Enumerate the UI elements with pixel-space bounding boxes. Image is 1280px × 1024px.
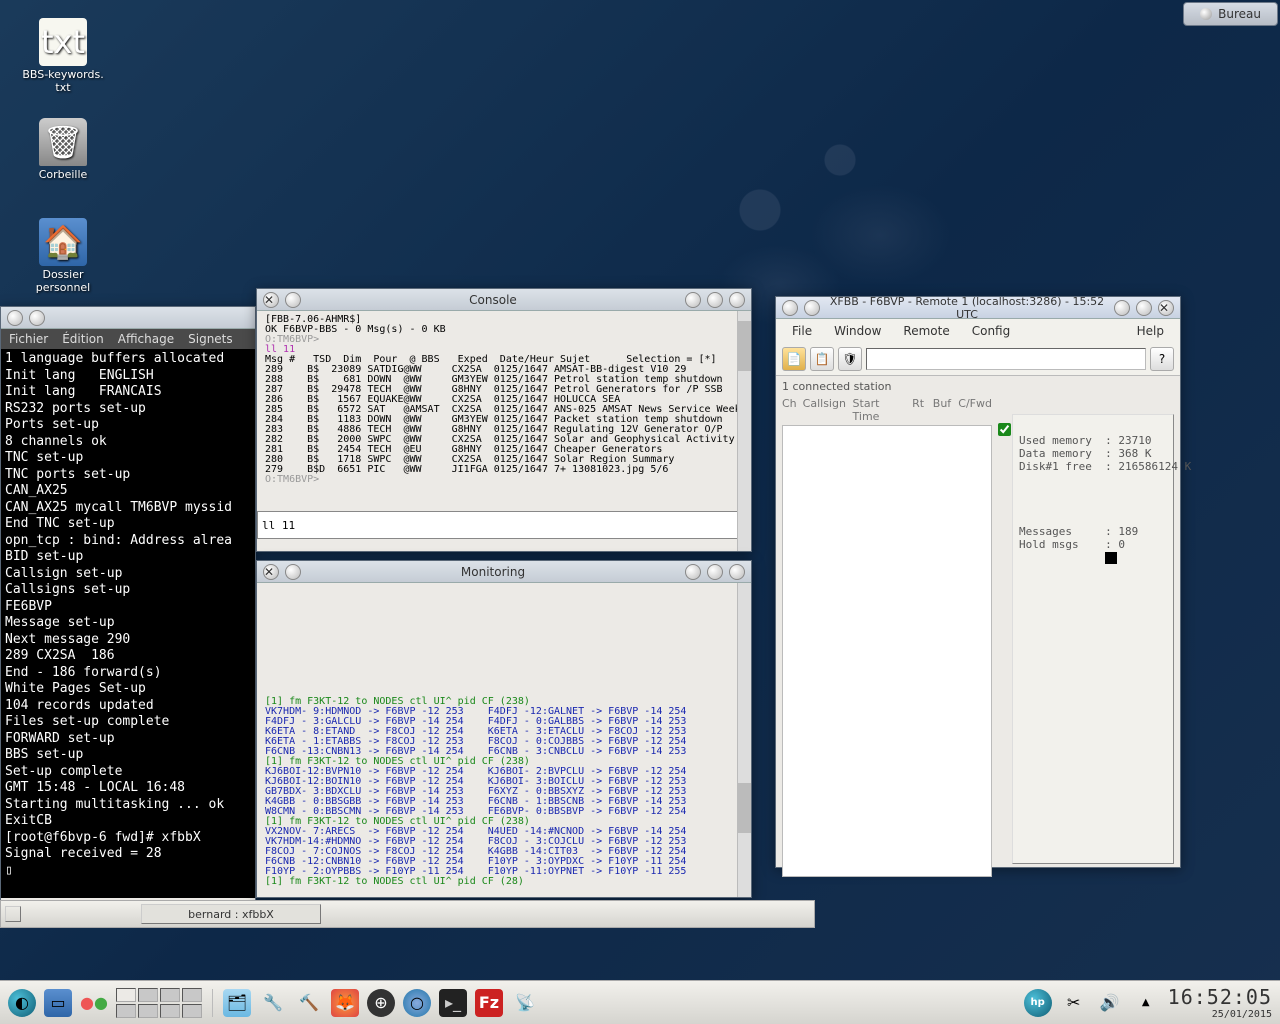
close-button[interactable]: ✕ [263, 292, 279, 308]
toolbar-button-3[interactable]: 🛡 [838, 347, 862, 371]
workspace-pager[interactable] [116, 988, 202, 1018]
hp-tray-icon[interactable]: hp [1024, 989, 1052, 1017]
console-title: Console [303, 293, 683, 307]
monitoring-output: [1] fm F3KT-12 to NODES ctl UI^ pid CF (… [257, 583, 751, 897]
xfbb-stats-panel: Used memory : 23710 Data memory : 368 K … [1012, 414, 1174, 864]
window-menu-button[interactable] [7, 310, 23, 326]
minimize-button[interactable] [685, 564, 701, 580]
firefox-launcher[interactable]: 🦊 [331, 989, 359, 1017]
show-desktop-button[interactable]: ▭ [44, 989, 72, 1017]
text-file-icon: txt [39, 18, 87, 66]
workspace-indicator-icon [1200, 8, 1212, 20]
maximize-button[interactable] [1136, 300, 1152, 316]
terminal-output[interactable]: 1 language buffers allocated Init lang E… [1, 349, 255, 898]
scrollbar[interactable] [737, 583, 751, 897]
maximize-button[interactable] [707, 292, 723, 308]
close-button[interactable]: ✕ [263, 564, 279, 580]
terminal-launcher[interactable]: ▸_ [439, 989, 467, 1017]
terminal-menubar[interactable]: Fichier Édition Affichage Signets [1, 329, 255, 349]
xfbb-title: XFBB - F6BVP - Remote 1 (localhost:3286)… [822, 295, 1112, 321]
console-window: ✕ Console [FBB-7.06-AHMR$] OK F6BVP-BBS … [256, 288, 752, 552]
task-entry[interactable]: bernard : xfbbX [141, 904, 321, 924]
xfbb-menubar[interactable]: File Window Remote Config Help [776, 319, 1180, 343]
console-output: [FBB-7.06-AHMR$] OK F6BVP-BBS - 0 Msg(s)… [257, 311, 751, 511]
volume-tray-icon[interactable]: 🔊 [1096, 989, 1124, 1017]
bottom-panel: ◐ ▭ ●● 🗂 🔧 🔨 🦊 ⊕ ○ ▸_ Fz 📡 hp ✂ 🔊 ▲ 16:5… [0, 980, 1280, 1024]
shade-button[interactable] [285, 564, 301, 580]
maximize-button[interactable] [707, 564, 723, 580]
station-list[interactable] [782, 425, 992, 877]
home-folder-icon: 🏠 [39, 218, 87, 266]
list-columns: Ch Callsign Start Time Rt Buf C/Fwd [782, 397, 992, 423]
connection-status: 1 connected station [782, 378, 1174, 397]
scrollbar[interactable] [737, 311, 751, 551]
window-pin-button[interactable] [29, 310, 45, 326]
updates-tray-icon[interactable]: ▲ [1132, 989, 1160, 1017]
monitoring-window: ✕ Monitoring [1] fm F3KT-12 to NODES ctl… [256, 560, 752, 898]
monitoring-title: Monitoring [303, 565, 683, 579]
url-field[interactable] [866, 348, 1146, 370]
applet-button[interactable]: ●● [80, 989, 108, 1017]
close-button[interactable] [729, 564, 745, 580]
panel-clock[interactable]: 16:52:05 25/01/2015 [1168, 985, 1272, 1020]
window-pin-button[interactable] [804, 300, 820, 316]
chromium-launcher[interactable]: ○ [403, 989, 431, 1017]
desktop-icon-txt[interactable]: txt BBS-keywords. txt [18, 18, 108, 94]
start-menu-button[interactable]: ◐ [8, 989, 36, 1017]
app-launcher[interactable]: ⊕ [367, 989, 395, 1017]
terminal-window: Fichier Édition Affichage Signets 1 lang… [0, 306, 256, 901]
console-input[interactable] [257, 511, 751, 539]
settings-launcher[interactable]: 🔧 [259, 989, 287, 1017]
close-button[interactable] [729, 292, 745, 308]
menu-help: Help [1127, 322, 1174, 340]
shade-button[interactable] [285, 292, 301, 308]
minimize-button[interactable] [1114, 300, 1130, 316]
close-button[interactable]: ✕ [1158, 300, 1174, 316]
window-menu-button[interactable] [782, 300, 798, 316]
toolbar-button-1[interactable]: 📄 [782, 347, 806, 371]
desktop-icon-trash[interactable]: 🗑 Corbeille [18, 118, 108, 181]
ham-launcher[interactable]: 📡 [511, 989, 539, 1017]
workspace-switcher[interactable]: Bureau [1183, 2, 1278, 26]
window-list-menu[interactable] [5, 906, 21, 922]
window-list-bar: bernard : xfbbX [0, 900, 815, 928]
toolbar-button-2[interactable]: 📋 [810, 347, 834, 371]
help-button[interactable]: ? [1150, 347, 1174, 371]
clipboard-tray-icon[interactable]: ✂ [1060, 989, 1088, 1017]
desktop-icon-home[interactable]: 🏠 Dossier personnel [18, 218, 108, 294]
file-manager-launcher[interactable]: 🗂 [223, 989, 251, 1017]
filezilla-launcher[interactable]: Fz [475, 989, 503, 1017]
wrench-launcher[interactable]: 🔨 [295, 989, 323, 1017]
minimize-button[interactable] [685, 292, 701, 308]
trash-icon: 🗑 [39, 118, 87, 166]
